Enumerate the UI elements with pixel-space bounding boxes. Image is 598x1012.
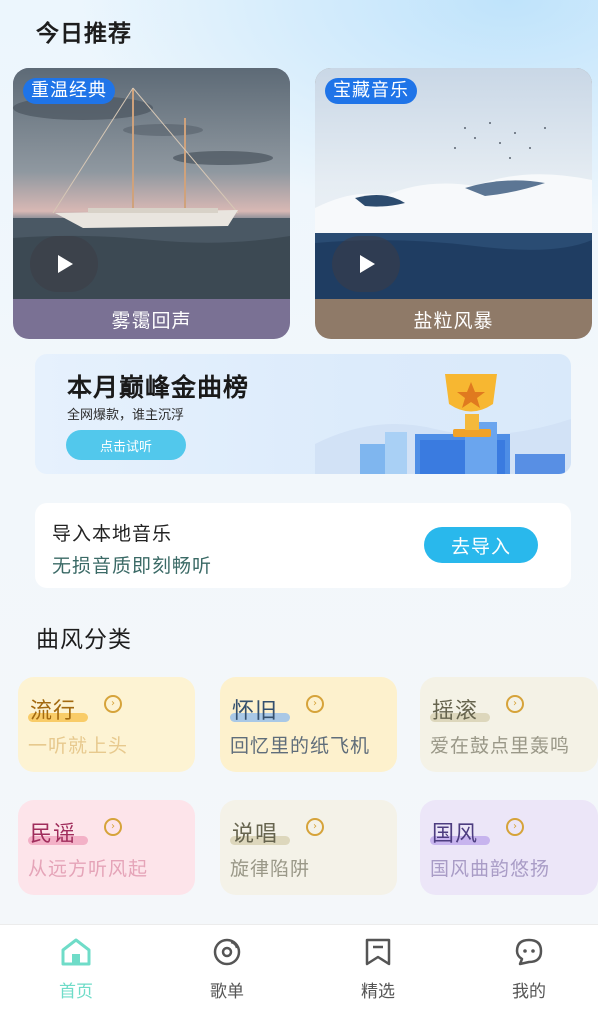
recommend-tag: 宝藏音乐	[325, 78, 417, 104]
banner-title: 本月巅峰金曲榜	[67, 373, 250, 402]
genre-card-rap[interactable]: 说唱 › 旋律陷阱	[220, 800, 397, 895]
genre-desc: 旋律陷阱	[230, 858, 311, 880]
chevron-right-icon: ›	[306, 818, 324, 836]
tab-label: 首页	[59, 982, 93, 1002]
genre-name: 流行	[30, 699, 77, 724]
genre-name: 摇滚	[432, 699, 479, 724]
import-button[interactable]: 去导入	[424, 527, 538, 563]
disc-icon	[213, 938, 241, 966]
recommend-caption: 盐粒风暴	[413, 309, 494, 332]
import-local-music-card: 导入本地音乐 无损音质即刻畅听 去导入	[35, 503, 571, 588]
genre-name: 民谣	[30, 822, 77, 847]
banner-subtitle: 全网爆款，谁主沉浮	[67, 408, 185, 423]
home-icon	[61, 938, 91, 966]
genre-name: 说唱	[232, 822, 279, 847]
bottom-tab-bar: 首页 歌单 精选 我的	[0, 924, 598, 1012]
bookmark-icon	[365, 938, 391, 966]
import-subtitle: 无损音质即刻畅听	[52, 555, 213, 577]
trophy-illustration	[315, 374, 571, 474]
tab-label: 歌单	[210, 982, 244, 1002]
import-title: 导入本地音乐	[52, 523, 173, 545]
genre-desc: 回忆里的纸飞机	[230, 735, 371, 757]
banner-listen-button[interactable]: 点击试听	[66, 430, 186, 460]
recommend-tag: 重温经典	[23, 78, 115, 104]
genre-card-rock[interactable]: 摇滚 › 爱在鼓点里轰鸣	[420, 677, 598, 772]
recommend-section-title: 今日推荐	[36, 21, 132, 47]
tab-home[interactable]: 首页	[31, 937, 121, 1002]
genre-card-nostalgia[interactable]: 怀旧 › 回忆里的纸飞机	[220, 677, 397, 772]
genre-card-folk[interactable]: 民谣 › 从远方听风起	[18, 800, 195, 895]
chevron-right-icon: ›	[306, 695, 324, 713]
recommend-card-classic[interactable]: 重温经典 雾霭回声	[13, 68, 290, 339]
chevron-right-icon: ›	[506, 818, 524, 836]
recommend-card-treasure[interactable]: 宝藏音乐 盐粒风暴	[315, 68, 592, 339]
chevron-right-icon: ›	[506, 695, 524, 713]
tab-label: 我的	[512, 982, 546, 1002]
tab-label: 精选	[361, 982, 395, 1002]
tab-featured[interactable]: 精选	[333, 937, 423, 1002]
chart-banner[interactable]: 本月巅峰金曲榜 全网爆款，谁主沉浮 点击试听	[35, 354, 571, 474]
genre-card-guofeng[interactable]: 国风 › 国风曲韵悠扬	[420, 800, 598, 895]
genre-name: 怀旧	[232, 699, 279, 724]
genre-desc: 国风曲韵悠扬	[430, 858, 551, 880]
genre-desc: 一听就上头	[28, 735, 129, 757]
genre-name: 国风	[432, 822, 479, 847]
tab-playlist[interactable]: 歌单	[182, 937, 272, 1002]
genre-section-title: 曲风分类	[36, 627, 132, 653]
genre-desc: 爱在鼓点里轰鸣	[430, 735, 571, 757]
play-button[interactable]	[332, 236, 400, 292]
play-icon	[360, 255, 375, 273]
genre-desc: 从远方听风起	[28, 858, 149, 880]
chevron-right-icon: ›	[104, 695, 122, 713]
play-icon	[58, 255, 73, 273]
chevron-right-icon: ›	[104, 818, 122, 836]
tab-mine[interactable]: 我的	[484, 937, 574, 1002]
play-button[interactable]	[30, 236, 98, 292]
recommend-caption: 雾霭回声	[111, 309, 192, 332]
genre-card-pop[interactable]: 流行 › 一听就上头	[18, 677, 195, 772]
chat-face-icon	[515, 938, 543, 966]
